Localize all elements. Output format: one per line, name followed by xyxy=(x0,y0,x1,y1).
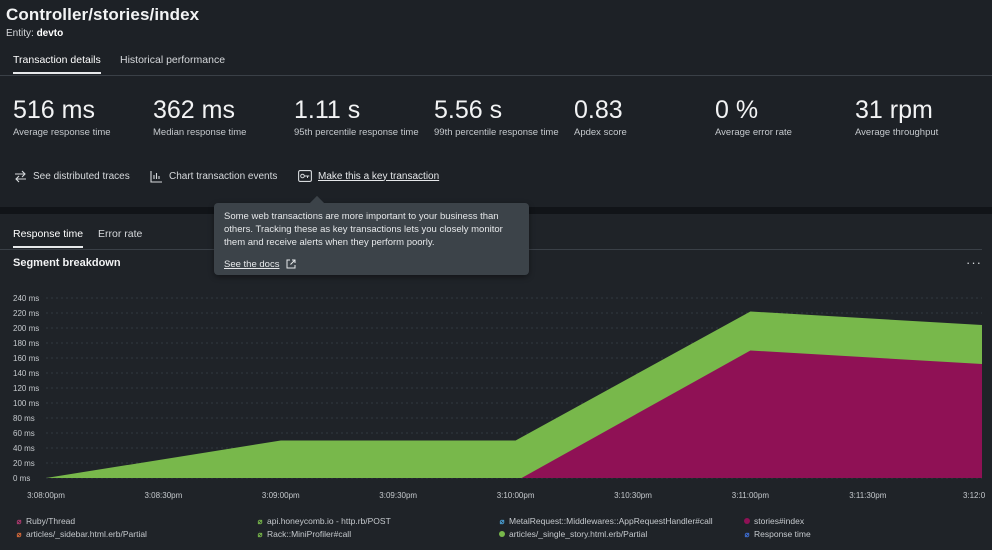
tooltip-text: Some web transactions are more important… xyxy=(224,211,503,248)
y-tick-label: 220 ms xyxy=(13,309,39,318)
top-tabs: Transaction details Historical performan… xyxy=(0,52,992,76)
transaction-header-panel: Controller/stories/index Entity: devto T… xyxy=(0,0,992,207)
x-tick-label: 3:08:30pm xyxy=(144,491,182,500)
metric-label: Apdex score xyxy=(574,127,627,138)
metric-label: Median response time xyxy=(153,127,247,138)
key-transaction-tooltip: Some web transactions are more important… xyxy=(214,195,529,275)
metric-value: 0.83 xyxy=(574,96,623,124)
legend-label: articles/_single_story.html.erb/Partial xyxy=(509,529,648,539)
y-tick-label: 120 ms xyxy=(13,384,39,393)
metric-value: 516 ms xyxy=(13,96,95,124)
y-tick-label: 20 ms xyxy=(13,459,35,468)
key-transaction-icon xyxy=(298,169,312,183)
metric-apdex-score: 0.83 Apdex score xyxy=(574,96,714,139)
see-the-docs-label: See the docs xyxy=(224,258,280,270)
x-tick-label: 3:09:00pm xyxy=(262,491,300,500)
metric-average-response-time: 516 ms Average response time xyxy=(13,96,153,139)
x-tick-label: 3:11:30pm xyxy=(849,491,887,500)
tab-error-rate[interactable]: Error rate xyxy=(98,228,142,246)
x-tick-label: 3:10:30pm xyxy=(614,491,652,500)
y-tick-label: 180 ms xyxy=(13,339,39,348)
more-options-button[interactable]: ··· xyxy=(966,255,982,270)
legend-label: Response time xyxy=(754,529,811,539)
legend-label: stories#index xyxy=(754,516,805,526)
legend-disabled-icon: ⌀ xyxy=(257,529,263,539)
legend-disabled-icon: ⌀ xyxy=(499,516,505,526)
metric-label: Average response time xyxy=(13,127,111,138)
page-title: Controller/stories/index xyxy=(6,5,200,24)
tab-response-time[interactable]: Response time xyxy=(13,228,84,248)
entity-name: devto xyxy=(36,28,64,39)
entity-prefix: Entity: xyxy=(6,28,34,39)
metric-value: 5.56 s xyxy=(434,96,503,124)
legend-disabled-icon: ⌀ xyxy=(16,516,22,526)
x-tick-label: 3:08:00pm xyxy=(27,491,65,500)
legend-disabled-icon: ⌀ xyxy=(257,516,263,526)
x-tick-label: 3:11:00pm xyxy=(732,491,770,500)
y-tick-label: 200 ms xyxy=(13,324,39,333)
see-distributed-traces-label: See distributed traces xyxy=(33,170,130,182)
legend-label: api.honeycomb.io - http.rb/POST xyxy=(267,516,391,526)
legend-item[interactable]: stories#index xyxy=(744,516,804,526)
legend-disabled-icon: ⌀ xyxy=(16,529,22,539)
legend-label: articles/_sidebar.html.erb/Partial xyxy=(26,529,147,539)
make-key-transaction-link[interactable]: Make this a key transaction xyxy=(298,169,439,183)
chart-transaction-events-label: Chart transaction events xyxy=(169,170,278,182)
legend-item[interactable]: ⌀ MetalRequest::Middlewares::AppRequestHa… xyxy=(499,516,713,526)
metric-99th-percentile: 5.56 s 99th percentile response time xyxy=(434,96,574,139)
see-distributed-traces-button[interactable]: See distributed traces xyxy=(13,169,130,183)
legend-label: MetalRequest::Middlewares::AppRequestHan… xyxy=(509,516,713,526)
metric-label: Average throughput xyxy=(855,127,939,138)
y-tick-label: 160 ms xyxy=(13,354,39,363)
metric-average-throughput: 31 rpm Average throughput xyxy=(855,96,992,139)
entity-label: Entity: devto xyxy=(6,28,63,39)
y-tick-label: 40 ms xyxy=(13,444,35,453)
x-tick-label: 3:12:0 xyxy=(963,491,986,500)
segment-breakdown-title: Segment breakdown xyxy=(13,257,121,269)
see-the-docs-link[interactable]: See the docs xyxy=(224,257,298,271)
chart-transaction-events-button[interactable]: Chart transaction events xyxy=(149,169,277,183)
legend-item[interactable]: ⌀ Rack::MiniProfiler#call xyxy=(257,529,352,539)
legend-item[interactable]: ⌀ articles/_sidebar.html.erb/Partial xyxy=(16,529,147,539)
y-tick-label: 80 ms xyxy=(13,414,35,423)
make-key-transaction-label: Make this a key transaction xyxy=(318,170,440,182)
legend-dot-icon xyxy=(499,531,505,537)
legend-label: Ruby/Thread xyxy=(26,516,76,526)
legend-item[interactable]: ⌀ Response time xyxy=(744,529,811,539)
metric-median-response-time: 362 ms Median response time xyxy=(153,96,293,139)
legend-item[interactable]: articles/_single_story.html.erb/Partial xyxy=(499,529,647,539)
y-tick-label: 240 ms xyxy=(13,294,39,303)
chart-bars-icon xyxy=(149,169,163,183)
x-tick-label: 3:09:30pm xyxy=(379,491,417,500)
metric-label: 99th percentile response time xyxy=(434,127,559,138)
metric-average-error-rate: 0 % Average error rate xyxy=(715,96,855,139)
tab-transaction-details[interactable]: Transaction details xyxy=(13,54,101,74)
legend-dot-icon xyxy=(744,518,750,524)
legend-item[interactable]: ⌀ api.honeycomb.io - http.rb/POST xyxy=(257,516,391,526)
y-tick-label: 140 ms xyxy=(13,369,39,378)
y-tick-label: 60 ms xyxy=(13,429,35,438)
y-tick-label: 100 ms xyxy=(13,399,39,408)
x-tick-label: 3:10:00pm xyxy=(497,491,535,500)
external-link-icon xyxy=(284,257,298,271)
traces-arrows-icon xyxy=(13,169,27,183)
legend-item[interactable]: ⌀ Ruby/Thread xyxy=(16,516,76,526)
metric-value: 1.11 s xyxy=(294,96,361,124)
legend-label: Rack::MiniProfiler#call xyxy=(267,529,352,539)
metric-95th-percentile: 1.11 s 95th percentile response time xyxy=(294,96,434,139)
metric-label: Average error rate xyxy=(715,127,792,138)
metric-value: 0 % xyxy=(715,96,759,124)
legend-disabled-icon: ⌀ xyxy=(744,529,750,539)
metric-value: 362 ms xyxy=(153,96,235,124)
metric-label: 95th percentile response time xyxy=(294,127,419,138)
segment-breakdown-chart: 0 ms 20 ms 40 ms 60 ms 80 ms 100 ms 120 ms 140 … xyxy=(13,294,986,500)
metric-value: 31 rpm xyxy=(855,96,933,124)
y-tick-label: 0 ms xyxy=(13,474,30,483)
tab-historical-performance[interactable]: Historical performance xyxy=(120,54,225,72)
